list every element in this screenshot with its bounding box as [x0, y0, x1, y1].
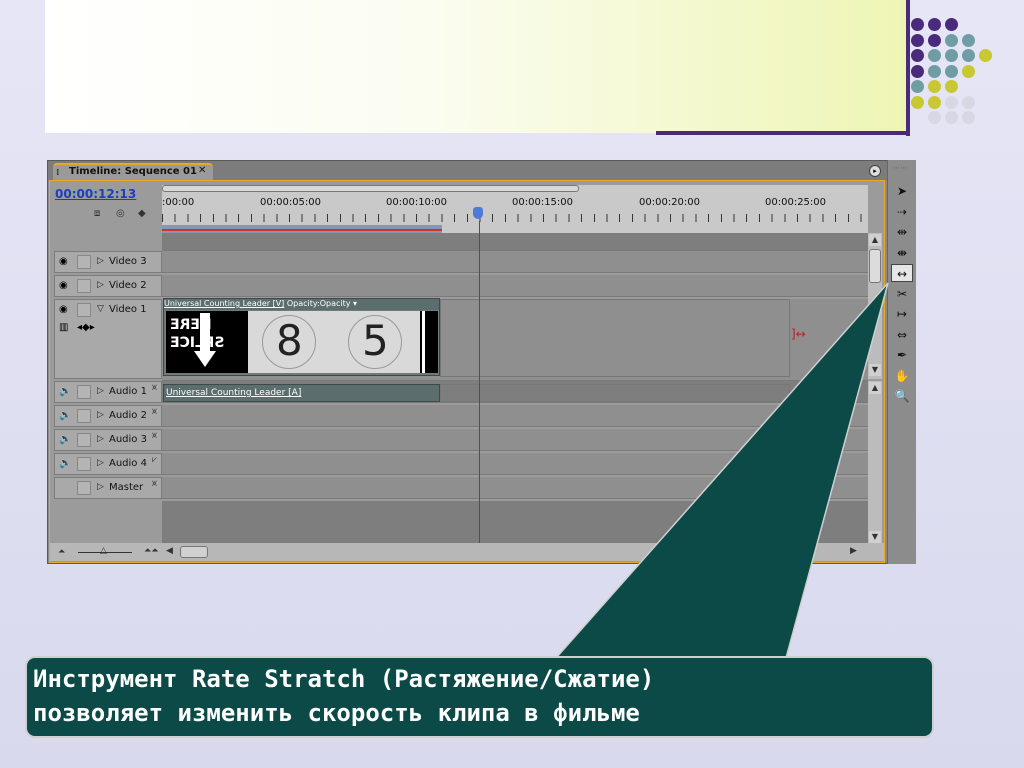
- callout-box: Инструмент Rate Stratch (Растяжение/Сжат…: [25, 656, 934, 738]
- callout-pointer-shape: [554, 282, 889, 659]
- callout-line-2: позволяет изменить скорость клипа в филь…: [33, 699, 640, 727]
- callout-line-1: Инструмент Rate Stratch (Растяжение/Сжат…: [33, 665, 655, 693]
- callout-pointer: [554, 282, 889, 659]
